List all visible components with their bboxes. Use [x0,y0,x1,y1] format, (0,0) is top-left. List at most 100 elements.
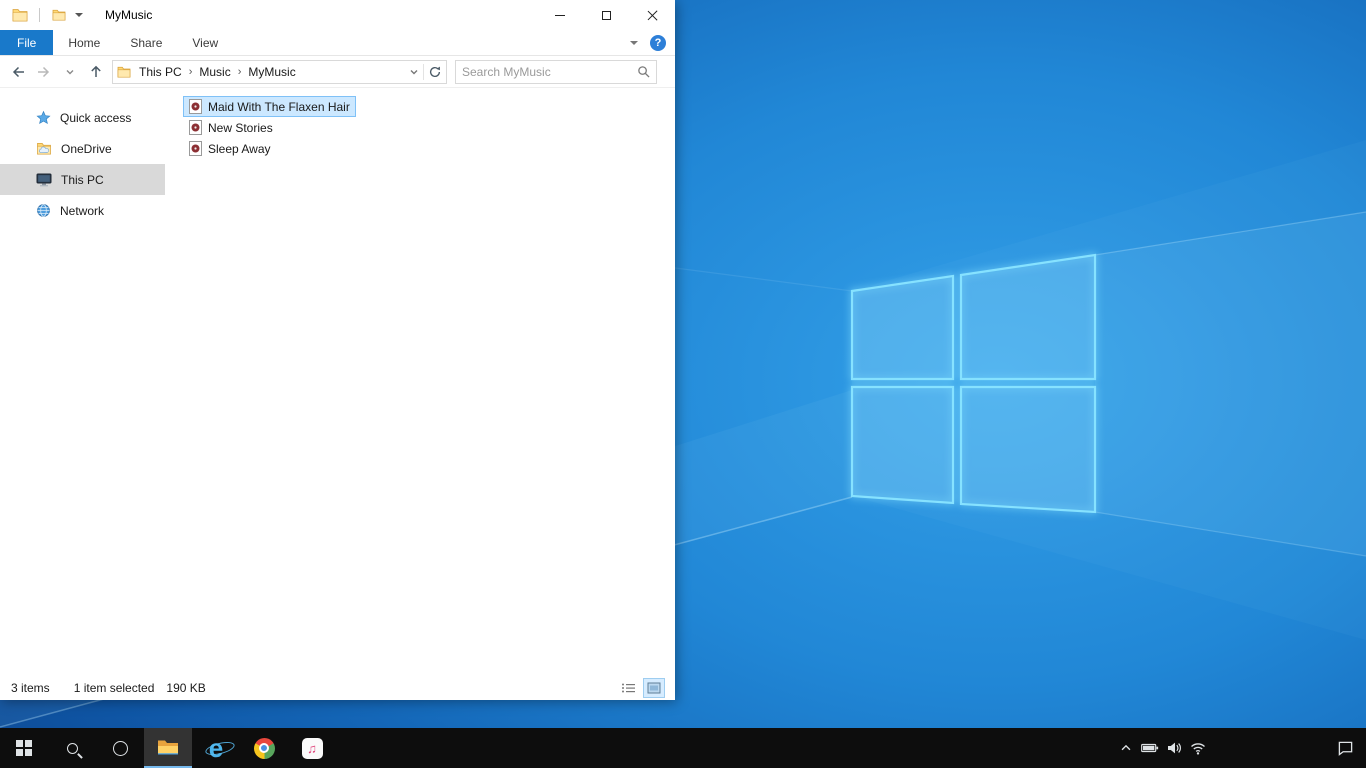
maximize-button[interactable] [583,0,629,30]
action-center-icon [1338,741,1352,756]
qat-customize-chevron-icon[interactable] [69,4,89,26]
sidebar-item-label: OneDrive [61,141,112,156]
this-pc-icon [36,173,52,186]
search-input[interactable] [462,64,637,79]
details-view-button[interactable] [618,679,638,697]
audio-file-icon [189,99,202,114]
large-icons-view-button[interactable] [643,678,665,698]
sidebar-item-network[interactable]: Network [0,195,165,226]
file-list: Maid With The Flaxen Hair New Stories Sl… [165,88,675,676]
recent-locations-chevron-icon[interactable] [60,61,80,83]
window-title: MyMusic [105,8,153,22]
window-body: Quick access OneDrive This PC Network Ma… [0,88,675,676]
chevron-up-icon [1121,744,1131,751]
sidebar-item-onedrive[interactable]: OneDrive [0,133,165,164]
network-globe-icon [37,204,50,217]
tab-home[interactable]: Home [53,30,115,55]
tray-network-button[interactable] [1186,728,1210,768]
tab-file[interactable]: File [0,30,54,55]
titlebar: MyMusic [0,0,675,30]
minimize-icon [555,14,565,16]
ribbon-tabs: File Home Share View ? [0,30,675,56]
file-name: New Stories [208,120,273,135]
address-divider [423,63,424,80]
chrome-icon [253,737,275,759]
breadcrumb-separator-icon[interactable]: › [187,66,195,78]
sidebar-item-label: Quick access [60,110,132,125]
up-button[interactable] [86,61,106,83]
details-view-icon [622,683,635,693]
breadcrumb-separator-icon[interactable]: › [236,66,244,78]
breadcrumb-music[interactable]: Music [194,65,235,79]
start-button[interactable] [0,728,48,768]
onedrive-icon [37,143,51,155]
minimize-button[interactable] [537,0,583,30]
close-button[interactable] [629,0,675,30]
explorer-window: MyMusic File Home Share View ? This PC ›… [0,0,675,700]
tray-volume-button[interactable] [1162,728,1186,768]
taskbar: e ♫ [0,728,1366,768]
maximize-icon [601,10,611,20]
qat-new-folder-icon[interactable] [49,4,69,26]
address-box[interactable]: This PC › Music › MyMusic [112,59,447,84]
desktop: MyMusic File Home Share View ? This PC ›… [0,0,1366,728]
breadcrumb-mymusic[interactable]: MyMusic [243,65,300,79]
file-name: Maid With The Flaxen Hair [208,99,350,114]
address-dropdown-icon[interactable] [409,67,419,77]
audio-file-icon [189,120,202,135]
audio-file-icon [189,141,202,156]
sidebar-item-quick-access[interactable]: Quick access [0,102,165,133]
action-center-button[interactable] [1324,728,1366,768]
addressbar: This PC › Music › MyMusic [0,56,675,88]
wifi-icon [1191,742,1205,755]
taskbar-itunes-button[interactable]: ♫ [288,728,336,768]
help-icon[interactable]: ? [650,34,666,51]
status-selection: 1 item selected [73,681,155,695]
sidebar-item-this-pc[interactable]: This PC [0,164,165,195]
windows-logo-icon [16,740,32,756]
tray-show-hidden-icons-button[interactable] [1114,728,1138,768]
file-item-new-stories[interactable]: New Stories [183,117,279,138]
file-item-maid-with-the-flaxen-hair[interactable]: Maid With The Flaxen Hair [183,96,356,117]
status-item-count: 3 items [11,681,50,695]
sidebar-item-label: This PC [61,172,104,187]
file-explorer-icon [158,740,178,755]
statusbar: 3 items 1 item selected 190 KB [0,676,675,700]
search-icon [66,742,78,754]
tray-battery-button[interactable] [1138,728,1162,768]
search-box [455,59,657,84]
screen: MyMusic File Home Share View ? This PC ›… [0,0,1366,768]
search-icon[interactable] [637,65,650,78]
caption-buttons [537,0,675,30]
file-name: Sleep Away [208,141,271,156]
forward-button[interactable] [34,61,54,83]
taskbar-chrome-button[interactable] [240,728,288,768]
qat-separator [39,8,40,22]
back-button[interactable] [8,61,28,83]
file-item-sleep-away[interactable]: Sleep Away [183,138,277,159]
sidebar-item-label: Network [60,203,105,218]
taskbar-internet-explorer-button[interactable]: e [192,728,240,768]
internet-explorer-icon: e [208,733,224,763]
status-size: 190 KB [166,681,206,695]
large-icons-view-icon [647,682,661,694]
quick-access-star-icon [36,110,51,125]
cortana-icon [112,740,128,756]
close-icon [647,10,658,21]
cortana-button[interactable] [96,728,144,768]
taskbar-file-explorer-button[interactable] [144,728,192,768]
speaker-icon [1168,742,1181,754]
window-folder-icon [10,4,30,26]
breadcrumb-this-pc[interactable]: This PC [134,65,187,79]
battery-icon [1141,743,1159,753]
expand-ribbon-icon[interactable] [630,40,638,45]
taskbar-search-button[interactable] [48,728,96,768]
system-tray [1114,728,1366,768]
refresh-icon[interactable] [428,65,442,79]
tab-view[interactable]: View [177,30,233,55]
tray-spacer [1210,728,1324,768]
tab-share[interactable]: Share [115,30,177,55]
navigation-pane: Quick access OneDrive This PC Network [0,88,165,676]
itunes-icon: ♫ [301,737,323,759]
address-folder-icon [117,66,131,78]
